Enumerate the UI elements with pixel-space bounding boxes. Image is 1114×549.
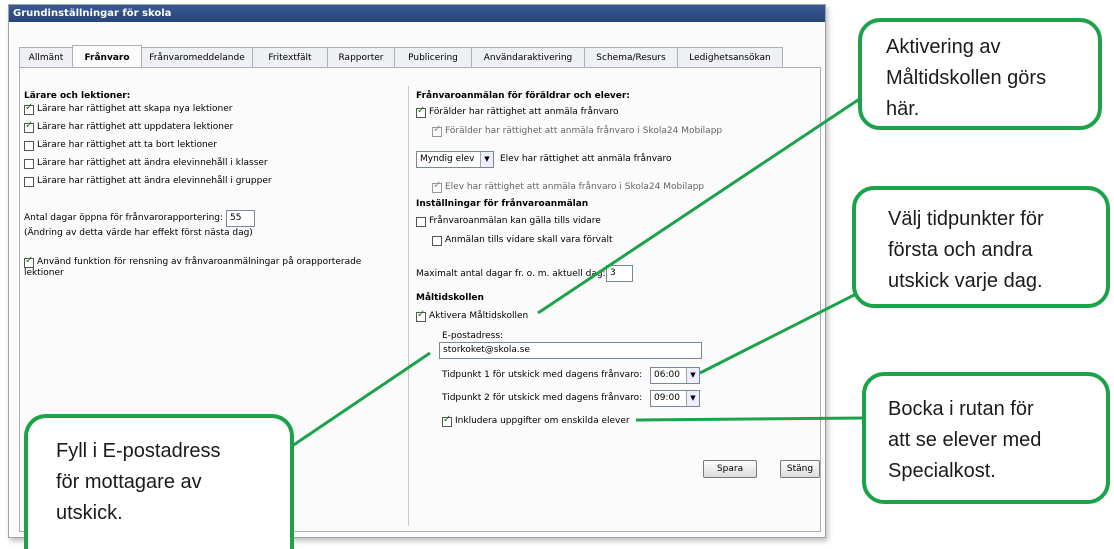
max-days-input[interactable]: 3 bbox=[606, 265, 633, 282]
checkbox-update-lessons[interactable] bbox=[24, 120, 34, 133]
window-title: Grundinställningar för skola bbox=[9, 5, 825, 22]
time2-label: Tidpunkt 2 för utskick med dagens frånva… bbox=[442, 393, 643, 403]
checkbox-parent-mobile[interactable] bbox=[432, 124, 442, 137]
callout-email: Fyll i E-postadress för mottagare av uts… bbox=[24, 414, 294, 549]
label-student-right: Elev har rättighet att anmäla frånvaro bbox=[500, 154, 672, 164]
tab-ledighetsansokan[interactable]: Ledighetsansökan bbox=[677, 47, 783, 68]
label-until-further: Frånvaroanmälan kan gälla tills vidare bbox=[429, 216, 601, 226]
checkbox-edit-classes[interactable] bbox=[24, 159, 34, 169]
save-button[interactable]: Spara bbox=[703, 460, 757, 478]
label-delete-lessons: Lärare har rättighet att ta bort lektion… bbox=[37, 140, 217, 150]
chevron-down-icon: ▼ bbox=[686, 391, 699, 406]
chevron-down-icon: ▼ bbox=[480, 152, 493, 167]
time1-select[interactable]: 06:00 ▼ bbox=[650, 367, 700, 384]
label-update-lessons: Lärare har rättighet att uppdatera lekti… bbox=[37, 122, 234, 132]
label-student-mobile: Elev har rättighet att anmäla frånvaro i… bbox=[445, 182, 705, 192]
label-parent-mobile: Förälder har rättighet att anmäla frånva… bbox=[445, 126, 723, 136]
time1-value: 06:00 bbox=[654, 370, 680, 380]
callout-times-line2: första och andra bbox=[888, 239, 1033, 261]
column-divider bbox=[408, 86, 409, 526]
callout-activate: Aktivering av Måltidskollen görs här. bbox=[858, 18, 1102, 130]
days-open-input[interactable]: 55 bbox=[226, 210, 255, 227]
callout-email-line2: för mottagare av bbox=[56, 471, 202, 493]
student-type-value: Myndig elev bbox=[420, 154, 475, 164]
student-type-select[interactable]: Myndig elev ▼ bbox=[416, 151, 494, 168]
callout-email-line3: utskick. bbox=[56, 502, 123, 524]
close-button[interactable]: Stäng bbox=[780, 460, 820, 478]
callout-email-line1: Fyll i E-postadress bbox=[56, 440, 221, 462]
checkbox-cleanup[interactable] bbox=[24, 255, 34, 268]
teachers-heading: Lärare och lektioner: bbox=[24, 91, 131, 101]
callout-special-line1: Bocka i rutan för bbox=[888, 398, 1034, 420]
callout-activate-line2: Måltidskollen görs bbox=[886, 67, 1047, 89]
label-include-students: Inkludera uppgifter om enskilda elever bbox=[455, 416, 630, 426]
time2-select[interactable]: 09:00 ▼ bbox=[650, 390, 700, 407]
checkbox-delete-lessons[interactable] bbox=[24, 141, 34, 151]
tab-franvaro[interactable]: Frånvaro bbox=[72, 45, 142, 68]
label-cleanup-line1: Använd funktion för rensning av frånvaro… bbox=[37, 257, 362, 267]
max-days-label: Maximalt antal dagar fr. o. m. aktuell d… bbox=[416, 269, 606, 279]
label-edit-groups: Lärare har rättighet att ändra elevinneh… bbox=[37, 176, 272, 186]
days-open-note: (Ändring av detta värde har effekt först… bbox=[24, 228, 253, 238]
guardian-heading: Frånvaroanmälan för föräldrar och elever… bbox=[416, 91, 630, 101]
callout-activate-line3: här. bbox=[886, 98, 920, 120]
tab-rapporter[interactable]: Rapporter bbox=[327, 47, 395, 68]
callout-times-line1: Välj tidpunkter för bbox=[888, 208, 1044, 230]
tab-publicering[interactable]: Publicering bbox=[394, 47, 472, 68]
email-field[interactable]: storkoket@skola.se bbox=[439, 342, 702, 359]
email-label: E-postadress: bbox=[442, 331, 504, 341]
tab-schema-resurs[interactable]: Schema/Resurs bbox=[584, 47, 678, 68]
checkbox-include-students[interactable] bbox=[442, 414, 452, 427]
meal-heading: Måltidskollen bbox=[416, 293, 484, 303]
tab-franvaromeddelande[interactable]: Frånvaromeddelande bbox=[141, 47, 253, 68]
callout-activate-line1: Aktivering av bbox=[886, 36, 1001, 58]
checkbox-create-lessons[interactable] bbox=[24, 102, 34, 115]
tab-anvandaraktivering[interactable]: Användaraktivering bbox=[471, 47, 585, 68]
label-activate-meal: Aktivera Måltidskollen bbox=[429, 311, 529, 321]
label-cleanup-line2: lektioner bbox=[24, 268, 64, 278]
time1-label: Tidpunkt 1 för utskick med dagens frånva… bbox=[442, 370, 643, 380]
callout-special: Bocka i rutan för att se elever med Spec… bbox=[862, 372, 1110, 504]
callout-times-line3: utskick varje dag. bbox=[888, 270, 1043, 292]
callout-special-line3: Specialkost. bbox=[888, 460, 996, 482]
label-parent-right: Förälder har rättighet att anmäla frånva… bbox=[429, 107, 619, 117]
callout-special-line2: att se elever med bbox=[888, 429, 1042, 451]
time2-value: 09:00 bbox=[654, 393, 680, 403]
settings-heading: Inställningar för frånvaroanmälan bbox=[416, 199, 589, 209]
callout-times: Välj tidpunkter för första och andra uts… bbox=[852, 186, 1110, 308]
tab-allmant[interactable]: Allmänt bbox=[19, 47, 73, 68]
label-until-default: Anmälan tills vidare skall vara förvalt bbox=[445, 235, 613, 245]
checkbox-edit-groups[interactable] bbox=[24, 177, 34, 187]
checkbox-until-default[interactable] bbox=[432, 236, 442, 246]
days-open-label: Antal dagar öppna för frånvarorapporteri… bbox=[24, 213, 224, 223]
chevron-down-icon: ▼ bbox=[686, 368, 699, 383]
label-create-lessons: Lärare har rättighet att skapa nya lekti… bbox=[37, 104, 233, 114]
checkbox-parent-right[interactable] bbox=[416, 105, 426, 118]
label-edit-classes: Lärare har rättighet att ändra elevinneh… bbox=[37, 158, 268, 168]
tab-fritextfalt[interactable]: Fritextfält bbox=[252, 47, 328, 68]
checkbox-student-mobile[interactable] bbox=[432, 180, 442, 193]
checkbox-activate-meal[interactable] bbox=[416, 309, 426, 322]
checkbox-until-further[interactable] bbox=[416, 217, 426, 227]
